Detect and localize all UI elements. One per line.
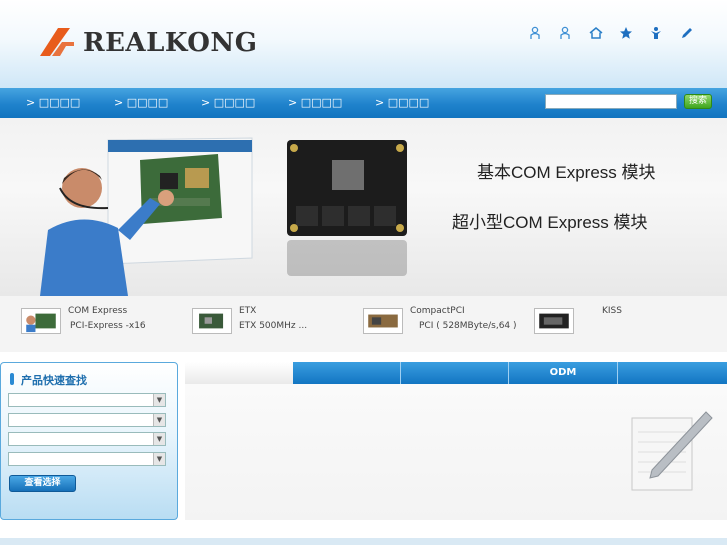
product-desc: ETX 500MHz ... — [239, 321, 308, 331]
banner-heading-mini: 超小型COM Express 模块 — [452, 213, 648, 232]
chevron-down-icon[interactable]: ▼ — [153, 453, 165, 465]
chevron-down-icon[interactable]: ▼ — [153, 394, 165, 406]
product-thumbnail[interactable] — [363, 308, 403, 334]
header-icon-bar — [522, 26, 702, 42]
tab-3[interactable] — [401, 362, 509, 384]
home-icon[interactable] — [589, 26, 603, 40]
tab-odm[interactable]: ODM — [509, 362, 618, 384]
product-thumbnail[interactable] — [192, 308, 232, 334]
nav-item-4[interactable]: > □□□□ — [288, 96, 342, 109]
user-icon[interactable] — [528, 26, 542, 40]
product-name[interactable]: CompactPCI — [410, 306, 465, 316]
panel-title: 产品快速查找 — [21, 374, 87, 387]
product-name[interactable]: ETX — [239, 306, 256, 316]
nav-item-3[interactable]: > □□□□ — [201, 96, 255, 109]
cpu-select[interactable]: ▼ — [8, 432, 166, 446]
nav-item-5[interactable]: > □□□□ — [375, 96, 429, 109]
tab-2[interactable] — [293, 362, 401, 384]
content-tabs: ODM — [185, 362, 727, 384]
search-input[interactable] — [545, 94, 677, 109]
site-header: REALKONG — [0, 0, 727, 88]
product-desc: PCI-Express -x16 — [70, 321, 146, 331]
footer-bar — [0, 538, 727, 545]
banner-illustration — [40, 137, 407, 296]
feature-select[interactable]: ▼ — [8, 452, 166, 466]
notepad-pencil-icon — [631, 411, 713, 491]
person-icon[interactable] — [649, 26, 663, 40]
panel-marker — [10, 373, 14, 385]
chevron-down-icon[interactable]: ▼ — [153, 433, 165, 445]
product-thumbnail[interactable] — [534, 308, 574, 334]
tab-content — [185, 384, 727, 520]
product-thumbnail[interactable] — [21, 308, 61, 334]
hero-banner[interactable]: 基本COM Express 模块 超小型COM Express 模块 — [0, 118, 727, 296]
product-item: ETX ETX 500MHz ... — [192, 306, 352, 346]
product-name[interactable]: KISS — [602, 306, 622, 316]
series-select[interactable]: ▼ — [8, 413, 166, 427]
category-select[interactable]: ▼ — [8, 393, 166, 407]
banner-heading-basic: 基本COM Express 模块 — [477, 163, 656, 182]
brand-logo[interactable]: REALKONG — [83, 28, 257, 58]
tab-5[interactable] — [618, 362, 727, 384]
logo-mark-icon — [40, 28, 74, 56]
product-desc: PCI ( 528MByte/s,64 ) — [419, 321, 517, 331]
user-icon[interactable] — [558, 26, 572, 40]
chevron-down-icon[interactable]: ▼ — [153, 414, 165, 426]
search-button[interactable]: 搜索 — [684, 94, 712, 109]
view-selection-button[interactable]: 查看选择 — [9, 475, 76, 492]
tab-1[interactable] — [185, 362, 293, 384]
nav-item-1[interactable]: > □□□□ — [26, 96, 80, 109]
product-item: COM Express PCI-Express -x16 — [21, 306, 181, 346]
pencil-icon[interactable] — [680, 26, 694, 40]
product-name[interactable]: COM Express — [68, 306, 127, 316]
product-item: CompactPCI PCI ( 528MByte/s,64 ) — [363, 306, 523, 346]
nav-item-2[interactable]: > □□□□ — [114, 96, 168, 109]
quick-search-panel: 产品快速查找 ▼ ▼ ▼ ▼ 查看选择 — [0, 362, 178, 520]
product-item: KISS — [534, 306, 694, 346]
star-icon[interactable] — [619, 26, 633, 40]
product-strip: COM Express PCI-Express -x16 ETX ETX 500… — [0, 296, 727, 352]
